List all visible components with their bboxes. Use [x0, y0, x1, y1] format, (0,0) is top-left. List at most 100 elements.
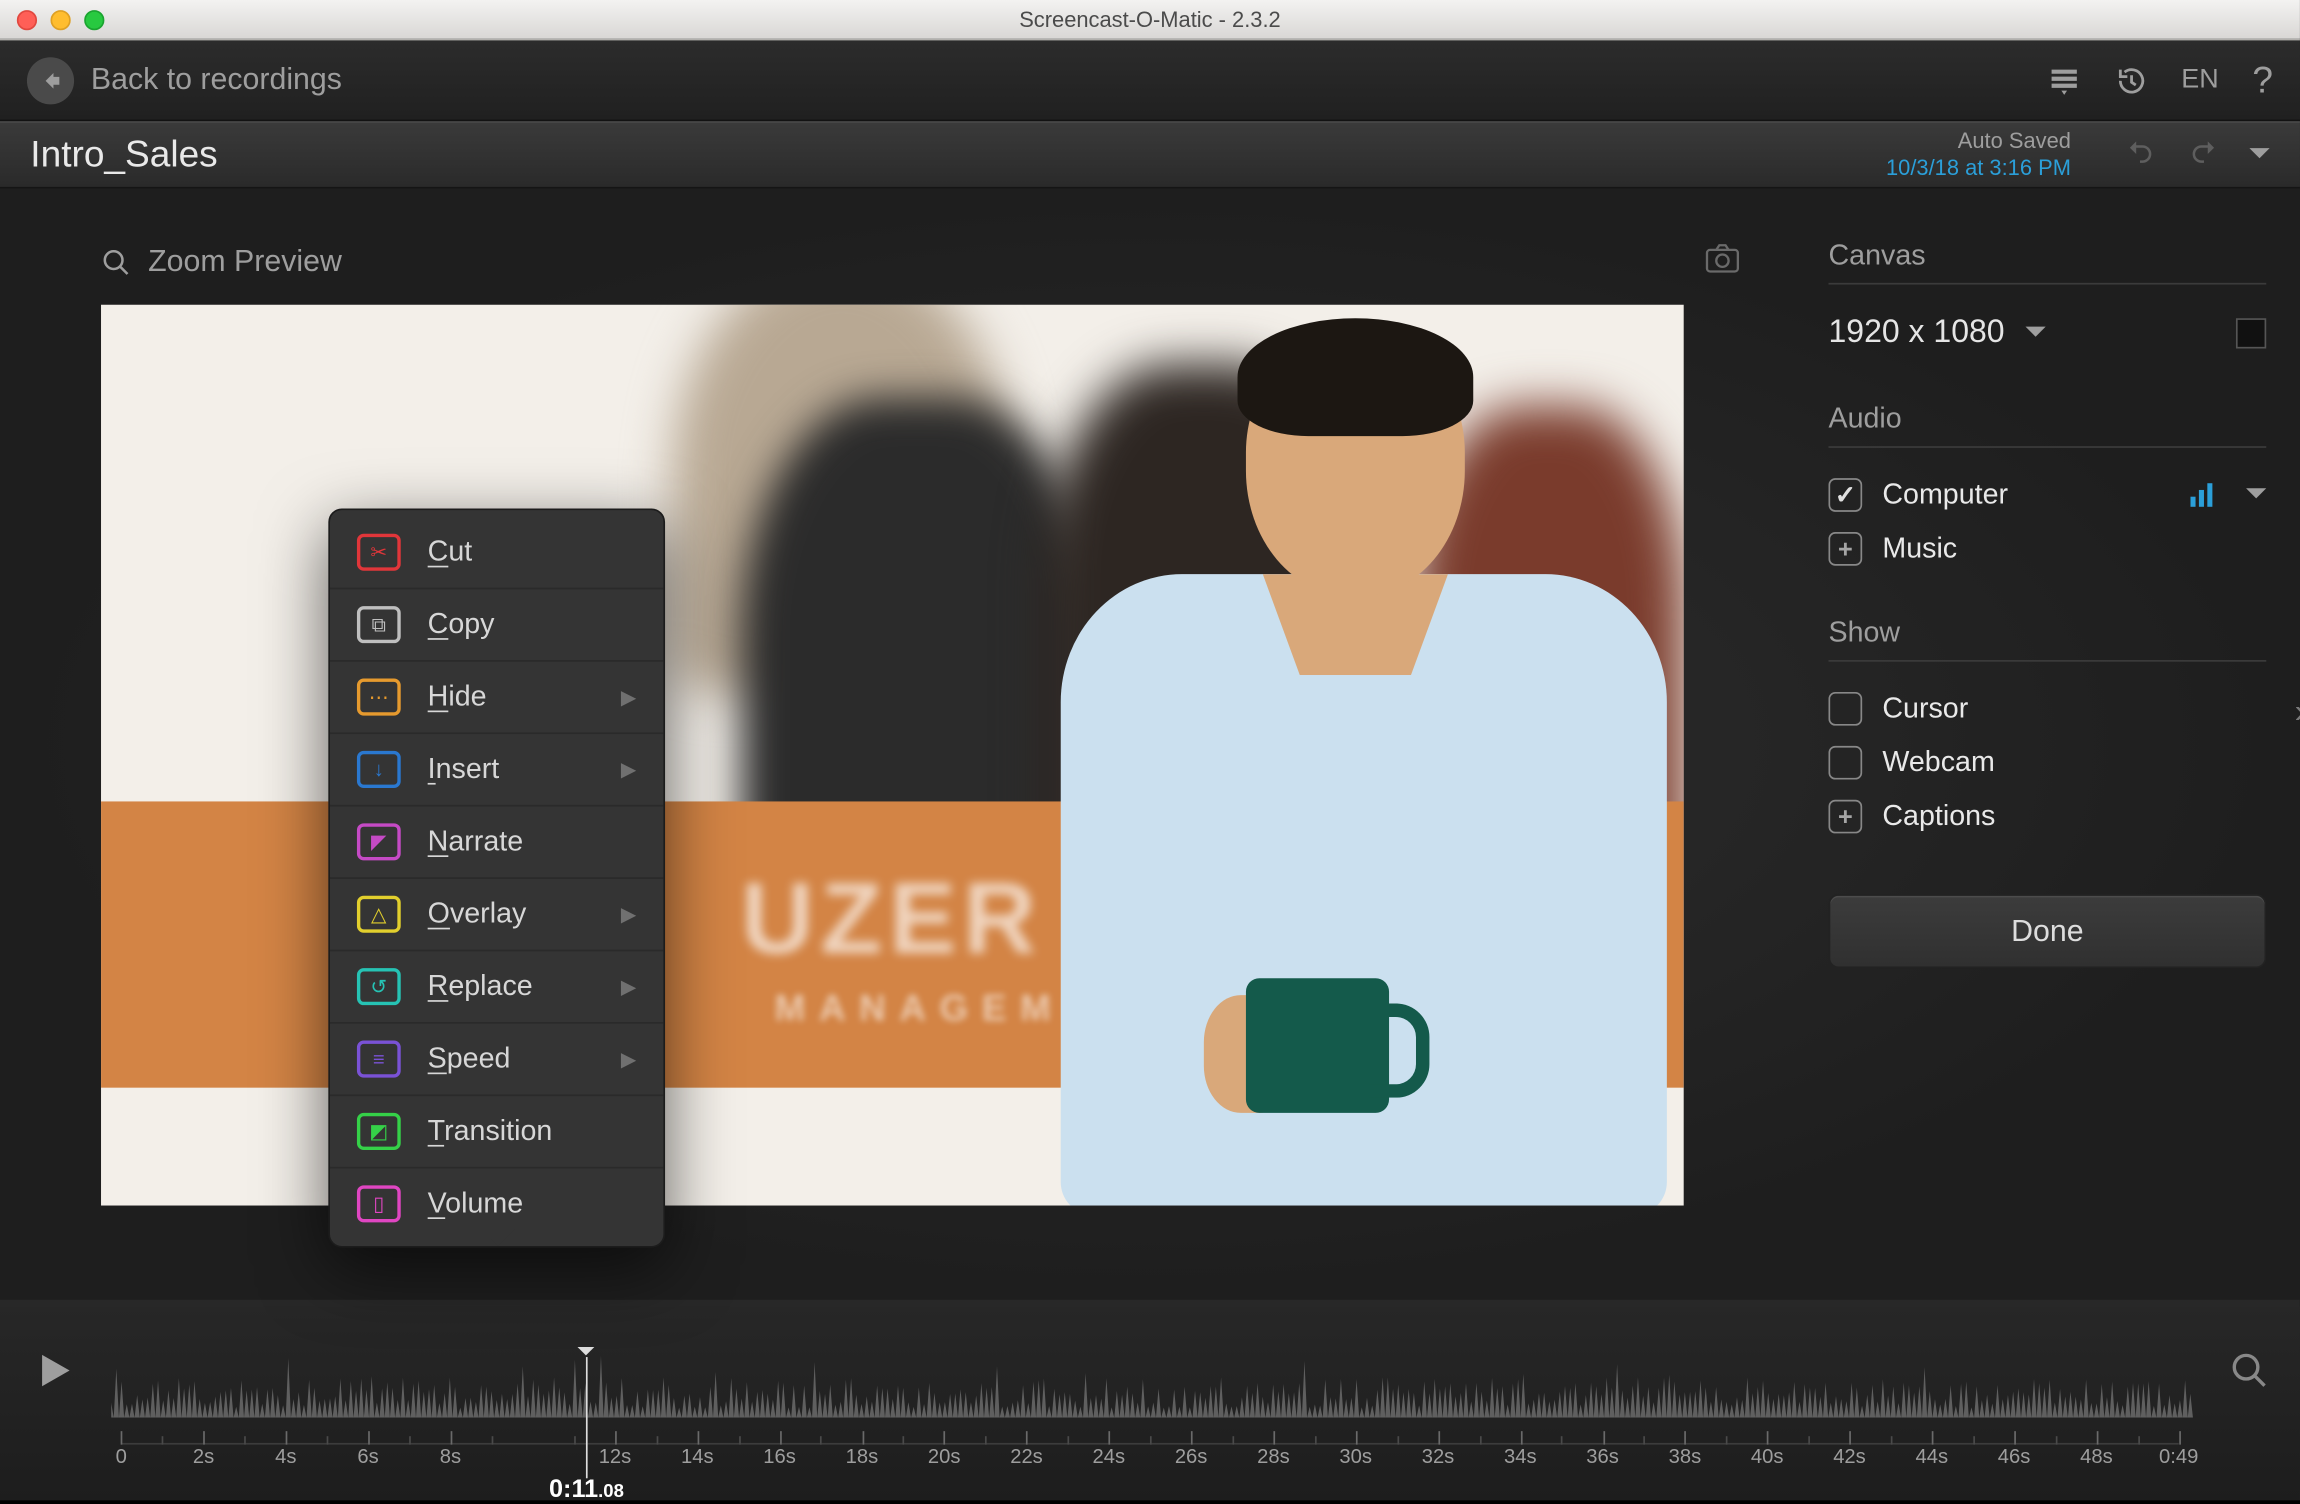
ruler-tick: 12s	[599, 1445, 632, 1469]
menu-item-cut[interactable]: ✂ Cut	[330, 517, 663, 588]
tools-context-menu: ✂ Cut ⧉ Copy ⋯Hide▶ ↓ Insert ▶ ◤Narrate △ Overlay ▶…	[328, 508, 665, 1247]
upload-queue-icon[interactable]	[2047, 63, 2081, 97]
ruler-tick: 28s	[1257, 1445, 1290, 1469]
expand-panel-icon[interactable]: »	[2295, 694, 2300, 733]
timeline-waveform[interactable]	[111, 1333, 2195, 1417]
window-title: Screencast-O-Matic - 2.3.2	[0, 7, 2300, 32]
done-button[interactable]: Done	[1828, 894, 2266, 968]
menu-item-replace[interactable]: ↺Replace▶	[330, 950, 663, 1022]
chevron-right-icon: ▶	[621, 975, 637, 999]
show-cursor-checkbox[interactable]	[1828, 692, 1862, 726]
ruler-tick: 46s	[1998, 1445, 2031, 1469]
copy-icon: ⧉	[357, 606, 401, 643]
editor-main: Zoom Preview UZER MANAGEMENT	[0, 189, 2300, 1300]
show-add-captions-button[interactable]: + Captions	[1828, 790, 2266, 844]
ruler-tick: 42s	[1833, 1445, 1866, 1469]
ruler-tick: 26s	[1175, 1445, 1208, 1469]
ruler-tick: 6s	[357, 1445, 378, 1469]
cut-icon: ✂	[357, 534, 401, 571]
show-webcam-row[interactable]: Webcam	[1828, 736, 2266, 790]
hide-icon: ⋯	[357, 679, 401, 716]
project-title[interactable]: Intro_Sales	[30, 133, 217, 177]
ruler-tick: 16s	[763, 1445, 796, 1469]
ruler-tick: 14s	[681, 1445, 714, 1469]
audio-heading: Audio	[1828, 402, 2266, 447]
ruler-tick: 36s	[1586, 1445, 1619, 1469]
ruler-tick: 20s	[928, 1445, 961, 1469]
chevron-right-icon: ▶	[621, 758, 637, 782]
menu-item-transition[interactable]: ◩ Transition	[330, 1094, 663, 1166]
plus-icon: +	[1828, 800, 1862, 834]
ruler-tick: 0	[116, 1445, 127, 1469]
ruler-tick: 22s	[1010, 1445, 1043, 1469]
ruler-tick: 38s	[1669, 1445, 1702, 1469]
playhead-time-label: 0:11.08	[549, 1475, 624, 1504]
timeline-playhead[interactable]	[586, 1357, 588, 1478]
ruler-tick: 44s	[1916, 1445, 1949, 1469]
canvas-background-color[interactable]	[2236, 318, 2266, 348]
undo-button[interactable]	[2121, 136, 2158, 175]
menu-item-hide[interactable]: ⋯Hide▶	[330, 660, 663, 732]
menu-item-overlay[interactable]: △ Overlay ▶	[330, 877, 663, 949]
audio-computer-checkbox[interactable]	[1828, 478, 1862, 512]
menu-item-volume[interactable]: ▯ Volume	[330, 1167, 663, 1239]
menu-item-label: Cut	[428, 535, 473, 569]
project-header: Intro_Sales Auto Saved 10/3/18 at 3:16 P…	[0, 121, 2300, 188]
menu-item-label: Copy	[428, 608, 495, 642]
ruler-tick: 48s	[2080, 1445, 2113, 1469]
canvas-size-dropdown[interactable]: 1920 x 1080	[1828, 305, 2266, 362]
language-selector[interactable]: EN	[2181, 65, 2218, 95]
overlay-icon: △	[357, 896, 401, 933]
menu-item-label: Overlay	[428, 897, 527, 931]
history-icon[interactable]	[2114, 63, 2148, 97]
canvas-heading: Canvas	[1828, 239, 2266, 284]
play-icon	[30, 1347, 77, 1394]
timeline-ruler[interactable]: 02s4s6s8s10s12s14s16s18s20s22s24s26s28s3…	[121, 1443, 2178, 1500]
help-icon[interactable]: ?	[2252, 58, 2273, 102]
zoom-preview-button[interactable]: Zoom Preview	[101, 244, 342, 279]
speed-icon: ≡	[357, 1041, 401, 1078]
menu-item-narrate[interactable]: ◤Narrate	[330, 805, 663, 877]
ruler-tick: 40s	[1751, 1445, 1784, 1469]
back-to-recordings-button[interactable]: Back to recordings	[27, 56, 342, 103]
redo-button[interactable]	[2185, 136, 2222, 175]
ruler-tick: 24s	[1092, 1445, 1125, 1469]
ruler-tick: 2s	[193, 1445, 214, 1469]
audio-computer-row[interactable]: Computer	[1828, 468, 2266, 522]
chevron-down-icon[interactable]	[2246, 488, 2266, 508]
insert-icon: ↓	[357, 751, 401, 788]
audio-add-music-button[interactable]: + Music	[1828, 522, 2266, 576]
menu-item-speed[interactable]: ≡Speed▶	[330, 1022, 663, 1094]
volume-icon: ▯	[357, 1185, 401, 1222]
autosave-status: Auto Saved 10/3/18 at 3:16 PM	[1886, 129, 2071, 182]
camera-icon	[1701, 239, 1745, 276]
show-webcam-checkbox[interactable]	[1828, 746, 1862, 780]
timeline-zoom-button[interactable]	[2229, 1350, 2269, 1399]
play-button[interactable]	[30, 1347, 77, 1403]
timeline-footer: 02s4s6s8s10s12s14s16s18s20s22s24s26s28s3…	[0, 1307, 2300, 1501]
chevron-right-icon: ▶	[621, 902, 637, 926]
transition-icon: ◩	[357, 1113, 401, 1150]
ruler-tick: 18s	[846, 1445, 879, 1469]
chevron-right-icon: ▶	[621, 685, 637, 709]
top-toolbar: Back to recordings EN ?	[0, 40, 2300, 121]
ruler-tick: 30s	[1339, 1445, 1372, 1469]
ruler-tick: 4s	[275, 1445, 296, 1469]
menu-item-label: Insert	[428, 753, 500, 787]
ruler-tick: 34s	[1504, 1445, 1537, 1469]
plus-icon: +	[1828, 532, 1862, 566]
ruler-tick: 0:49	[2159, 1445, 2198, 1469]
narrate-icon: ◤	[357, 823, 401, 860]
menu-item-insert[interactable]: ↓ Insert ▶	[330, 732, 663, 804]
zoom-preview-label: Zoom Preview	[148, 244, 342, 279]
menu-item-label: Transition	[428, 1115, 553, 1149]
back-arrow-icon	[27, 56, 74, 103]
back-label: Back to recordings	[91, 62, 342, 97]
more-menu-caret-icon[interactable]	[2249, 141, 2269, 168]
menu-item-label: Volume	[428, 1187, 523, 1221]
search-icon	[2229, 1350, 2269, 1390]
ruler-tick: 32s	[1422, 1445, 1455, 1469]
menu-item-copy[interactable]: ⧉ Copy	[330, 588, 663, 660]
screenshot-button[interactable]	[1701, 239, 1745, 284]
show-cursor-row[interactable]: Cursor	[1828, 682, 2266, 736]
